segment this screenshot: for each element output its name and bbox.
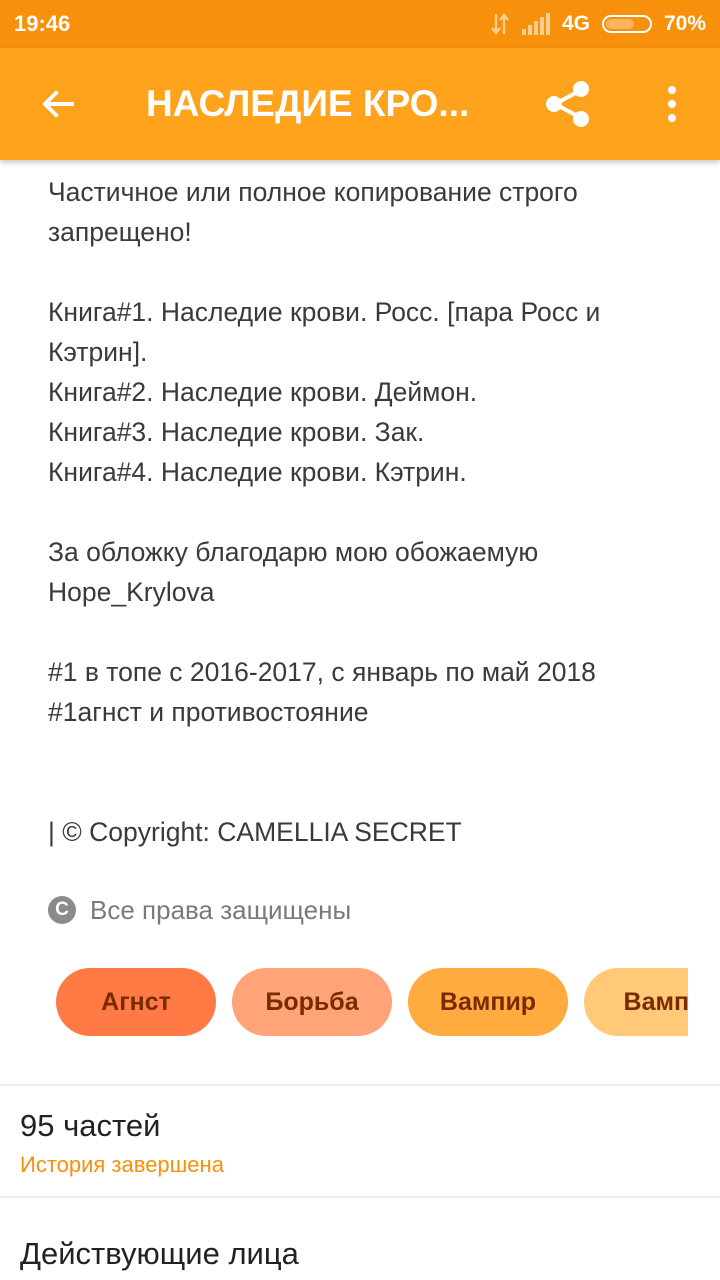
copy-warning: Частичное или полное копирование строго …	[48, 177, 578, 247]
story-title: НАСЛЕДИЕ КРО...	[146, 83, 470, 124]
book-line-1: Книга#1. Наследие крови. Росс. [пара Рос…	[48, 297, 601, 367]
rights-row: C Все права защищены	[48, 892, 351, 928]
signal-icon	[521, 13, 550, 35]
status-time: 19:46	[14, 11, 71, 36]
share-icon[interactable]	[540, 76, 596, 132]
book-line-2: Книга#2. Наследие крови. Деймон.	[48, 377, 478, 407]
story-description: Частичное или полное копирование строго …	[48, 172, 688, 852]
story-status: История завершена	[20, 1152, 224, 1177]
copyright-line: | © Copyright: CAMELLIA SECRET	[48, 817, 462, 847]
rank-line-2: #1агнст и противостояние	[48, 697, 369, 727]
battery-icon	[601, 15, 652, 33]
copyright-icon: C	[48, 896, 76, 924]
battery-level: 70%	[663, 12, 706, 35]
tag-chip[interactable]: Агнст	[56, 968, 216, 1036]
divider	[0, 1084, 720, 1086]
tag-chip[interactable]: Вампир	[408, 968, 568, 1036]
rights-label: Все права защищены	[90, 894, 352, 925]
parts-count[interactable]: 95 частей	[20, 1108, 160, 1144]
network-type: 4G	[561, 12, 590, 35]
tag-chip[interactable]: Борьба	[232, 968, 392, 1036]
tag-chip[interactable]: Вампи	[584, 968, 688, 1036]
tag-list: Агнст Борьба Вампир Вампи	[56, 968, 688, 1036]
more-vert-icon[interactable]	[654, 80, 690, 128]
book-line-4: Книга#4. Наследие крови. Кэтрин.	[48, 457, 467, 487]
rank-line-1: #1 в топе с 2016-2017, с январь по май 2…	[48, 657, 596, 687]
characters-heading: Действующие лица	[20, 1236, 299, 1271]
data-arrows-icon	[491, 13, 509, 35]
cover-credit: За обложку благодарю мою обожаемую Hope_…	[48, 537, 539, 607]
book-line-3: Книга#3. Наследие крови. Зак.	[48, 417, 425, 447]
status-bar: 19:46 4G 70%	[0, 0, 720, 48]
divider	[0, 1196, 720, 1198]
app-toolbar: НАСЛЕДИЕ КРО...	[0, 48, 720, 160]
arrow-back-icon[interactable]	[34, 80, 82, 128]
status-icons: 4G 70%	[490, 9, 706, 39]
